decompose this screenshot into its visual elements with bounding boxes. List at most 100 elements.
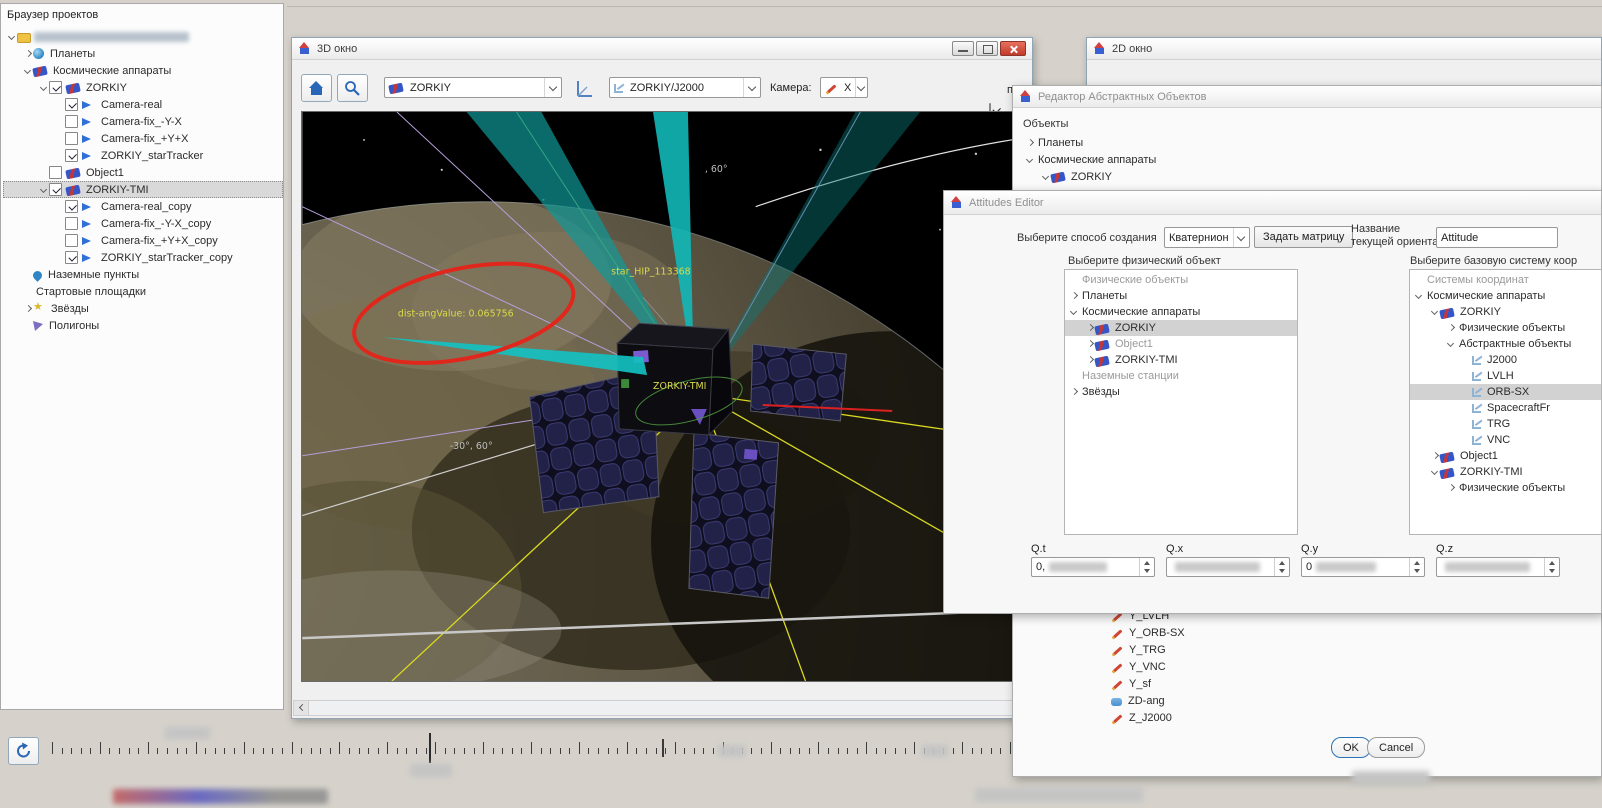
tree-item[interactable]: ZORKIY xyxy=(1021,168,1591,185)
minimize-button[interactable] xyxy=(952,41,974,56)
tree-item[interactable]: Физические объекты xyxy=(1410,320,1601,336)
tree-item[interactable]: Y_ORB-SX xyxy=(1097,624,1397,641)
tree-item[interactable]: VNC xyxy=(1410,432,1601,448)
chevron-down-icon[interactable] xyxy=(1430,307,1440,317)
tree-item[interactable]: Camera-real_copy xyxy=(3,198,283,215)
spinner[interactable] xyxy=(1544,558,1559,576)
tree-item[interactable]: Y_sf xyxy=(1097,675,1397,692)
q-t-spinbox[interactable]: 0, xyxy=(1031,557,1155,577)
tree-item[interactable]: LVLH xyxy=(1410,368,1601,384)
chevron-right-icon[interactable] xyxy=(1085,323,1095,333)
chevron-down-icon[interactable] xyxy=(1069,307,1079,317)
chevron-right-icon[interactable] xyxy=(23,304,33,314)
checkbox[interactable] xyxy=(65,200,78,213)
tree-item[interactable]: Космические аппараты xyxy=(1065,304,1297,320)
checkbox[interactable] xyxy=(65,132,78,145)
spinner[interactable] xyxy=(1274,558,1289,576)
tree-item[interactable]: ZORKIY-TMI xyxy=(1065,352,1297,368)
q-z-spinbox[interactable] xyxy=(1436,557,1560,577)
checkbox[interactable] xyxy=(49,183,62,196)
tree-item[interactable]: Физические объекты xyxy=(1410,480,1601,496)
chevron-down-icon[interactable] xyxy=(39,185,49,195)
replay-button[interactable] xyxy=(8,737,39,765)
zoom-button[interactable] xyxy=(337,74,368,102)
checkbox[interactable] xyxy=(65,98,78,111)
checkbox[interactable] xyxy=(49,81,62,94)
q-x-spinbox[interactable] xyxy=(1166,557,1290,577)
tree-item[interactable]: Звёзды xyxy=(3,300,283,317)
spin-down-icon[interactable] xyxy=(1410,567,1424,576)
spin-down-icon[interactable] xyxy=(1140,567,1154,576)
tree-item[interactable]: ZD-ang xyxy=(1097,692,1397,709)
window-2d-titlebar[interactable]: 2D окно xyxy=(1087,38,1601,60)
horizontal-scrollbar[interactable] xyxy=(293,700,1033,716)
frame-combo[interactable]: ZORKIY/J2000 xyxy=(609,77,761,98)
chevron-down-icon[interactable] xyxy=(7,32,17,42)
tree-item[interactable]: ZORKIY_starTracker_copy xyxy=(3,249,283,266)
restore-button[interactable] xyxy=(976,41,998,56)
tree-item[interactable]: Планеты xyxy=(1021,134,1591,151)
tree-item[interactable]: SpacecraftFr xyxy=(1410,400,1601,416)
tree-item[interactable]: TRG xyxy=(1410,416,1601,432)
tree-item[interactable]: J2000 xyxy=(1410,352,1601,368)
tree-item[interactable]: Планеты xyxy=(1065,288,1297,304)
chevron-right-icon[interactable] xyxy=(1446,483,1456,493)
checkbox[interactable] xyxy=(65,149,78,162)
chevron-down-icon[interactable] xyxy=(1025,155,1035,165)
chevron-down-icon[interactable] xyxy=(1446,339,1456,349)
checkbox[interactable] xyxy=(49,166,62,179)
chevron-right-icon[interactable] xyxy=(1069,291,1079,301)
checkbox[interactable] xyxy=(65,251,78,264)
tree-item[interactable]: Camera-fix_-Y-X xyxy=(3,113,283,130)
tree-item[interactable]: Object1 xyxy=(1065,336,1297,352)
set-matrix-button[interactable]: Задать матрицу xyxy=(1254,226,1354,248)
checkbox[interactable] xyxy=(65,217,78,230)
tree-item[interactable]: Абстрактные объекты xyxy=(1410,336,1601,352)
tree-item[interactable]: Z_J2000 xyxy=(1097,709,1397,726)
tree-item[interactable]: Космические аппараты xyxy=(3,62,283,79)
tree-item[interactable]: Object1 xyxy=(3,164,283,181)
spin-down-icon[interactable] xyxy=(1275,567,1289,576)
tree-item[interactable]: Звёзды xyxy=(1065,384,1297,400)
checkbox[interactable] xyxy=(65,234,78,247)
tree-item[interactable]: Планеты xyxy=(3,45,283,62)
tree-item[interactable]: ZORKIY-TMI xyxy=(3,181,283,198)
spinner[interactable] xyxy=(1139,558,1154,576)
tree-item[interactable] xyxy=(3,28,283,45)
abstract-editor-titlebar[interactable]: Редактор Абстрактных Объектов xyxy=(1013,86,1601,108)
tree-item[interactable]: Object1 xyxy=(1410,448,1601,464)
attitude-name-input[interactable] xyxy=(1436,227,1558,248)
home-button[interactable] xyxy=(301,74,332,102)
chevron-down-icon[interactable] xyxy=(39,83,49,93)
checkbox[interactable] xyxy=(65,115,78,128)
tree-item[interactable]: Наземные станции xyxy=(1065,368,1297,384)
scene-3d-viewport[interactable]: star_HIP_113368 , 60° -30°, 60° ZORKIY-T… xyxy=(301,111,1025,682)
timeline-ruler[interactable] xyxy=(52,739,1014,763)
tree-item[interactable]: Космические аппараты xyxy=(1410,288,1601,304)
tree-item[interactable]: Системы координат xyxy=(1410,272,1601,288)
tree-item[interactable]: ZORKIY_starTracker xyxy=(3,147,283,164)
chevron-right-icon[interactable] xyxy=(23,49,33,59)
window-3d-titlebar[interactable]: 3D окно xyxy=(292,38,1032,60)
chevron-right-icon[interactable] xyxy=(1025,138,1035,148)
tree-item[interactable]: Физические объекты xyxy=(1065,272,1297,288)
chevron-down-icon[interactable] xyxy=(1414,291,1424,301)
tree-item[interactable]: Стартовые площадки xyxy=(3,283,283,300)
cancel-button[interactable]: Cancel xyxy=(1367,737,1426,758)
tree-item[interactable]: Полигоны xyxy=(3,317,283,334)
chevron-right-icon[interactable] xyxy=(1085,339,1095,349)
tree-item[interactable]: ORB-SX xyxy=(1410,384,1601,400)
chevron-down-icon[interactable] xyxy=(1041,172,1051,182)
tree-item[interactable]: Camera-fix_+Y+X_copy xyxy=(3,232,283,249)
chevron-down-icon[interactable] xyxy=(1430,467,1440,477)
tree-item[interactable]: Космические аппараты xyxy=(1021,151,1591,168)
chevron-right-icon[interactable] xyxy=(1069,387,1079,397)
spinner[interactable] xyxy=(1409,558,1424,576)
q-y-spinbox[interactable]: 0 xyxy=(1301,557,1425,577)
object-combo[interactable]: ZORKIY xyxy=(384,77,562,98)
tree-item[interactable]: Наземные пункты xyxy=(3,266,283,283)
close-button[interactable] xyxy=(1000,41,1026,56)
spin-up-icon[interactable] xyxy=(1275,558,1289,567)
tree-item[interactable]: ZORKIY xyxy=(3,79,283,96)
timeline-marker[interactable] xyxy=(662,739,664,757)
